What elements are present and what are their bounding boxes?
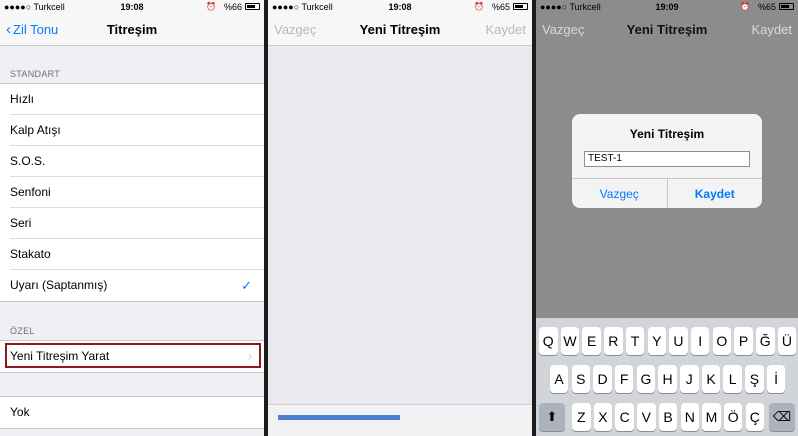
keyboard-key[interactable]: Ğ xyxy=(756,327,775,355)
vibration-label: S.O.S. xyxy=(10,154,46,168)
keyboard-key[interactable]: Ç xyxy=(745,403,765,431)
vibration-name-input[interactable]: TEST-1 xyxy=(584,151,750,167)
none-vibration-list: Yok xyxy=(0,396,264,429)
keyboard-key[interactable]: S xyxy=(571,365,591,393)
keyboard-key[interactable]: X xyxy=(593,403,613,431)
keyboard-key[interactable]: D xyxy=(593,365,612,393)
alert-title: Yeni Titreşim xyxy=(629,127,705,141)
status-bar: ●●●●○ Turkcell 19:08 ⏰ %65 xyxy=(268,0,532,14)
battery-percent: %65 xyxy=(491,2,510,12)
keyboard-key[interactable]: V xyxy=(637,403,656,431)
alarm-icon: ⏰ xyxy=(206,2,216,11)
keyboard-key[interactable]: Z xyxy=(572,403,591,431)
vibration-settings-screen: ●●●●○ Turkcell 19:08 ⏰ %66 ‹ Zil Tonu Tit… xyxy=(0,0,264,436)
battery-icon xyxy=(245,3,260,10)
keyboard-key[interactable]: Y xyxy=(647,327,666,355)
record-toolbar xyxy=(268,404,532,436)
save-button[interactable]: Kaydet xyxy=(486,22,526,37)
list-item-vibration[interactable]: Hızlı xyxy=(0,84,264,115)
keyboard-key[interactable]: Ü xyxy=(777,327,797,355)
keyboard-key[interactable]: E xyxy=(582,327,601,355)
record-progress-bar xyxy=(278,415,400,420)
keyboard-key[interactable]: T xyxy=(625,327,645,355)
vibration-label: Hızlı xyxy=(10,92,34,106)
keyboard-key[interactable]: A xyxy=(549,365,569,393)
alert-save-button[interactable]: Kaydet xyxy=(666,179,763,208)
keyboard-key[interactable]: F xyxy=(614,365,634,393)
keyboard-key[interactable]: U xyxy=(669,327,688,355)
save-button[interactable]: Kaydet xyxy=(752,22,792,37)
vibration-label: Stakato xyxy=(10,247,51,261)
keyboard-key[interactable]: G xyxy=(636,365,656,393)
list-item-none[interactable]: Yok xyxy=(0,397,264,428)
keyboard-key[interactable]: I xyxy=(690,327,710,355)
battery-icon xyxy=(513,3,528,10)
alert-button-row: Vazgeç Kaydet xyxy=(572,178,762,208)
battery-percent: %65 xyxy=(757,2,776,12)
keyboard-key[interactable]: Ş xyxy=(745,365,764,393)
list-item-vibration[interactable]: Seri xyxy=(0,208,264,239)
section-header-standard: STANDART xyxy=(10,69,61,79)
vibration-tap-area[interactable] xyxy=(268,47,532,404)
battery-percent: %66 xyxy=(223,2,242,12)
status-bar: ●●●●○ Turkcell 19:08 ⏰ %66 xyxy=(0,0,264,14)
alarm-icon: ⏰ xyxy=(474,2,484,11)
onscreen-keyboard: Q W E R T Y U I O P Ğ Ü A S D F G H J K L Ş İ ⬆ Z X C V B N M Ö Ç ⌫ xyxy=(536,318,798,436)
keyboard-key[interactable]: W xyxy=(560,327,580,355)
shift-icon[interactable]: ⬆ xyxy=(539,403,565,431)
navigation-bar: Vazgeç Yeni Titreşim Kaydet xyxy=(536,14,798,46)
checkmark-icon: ✓ xyxy=(241,278,252,293)
section-header-custom: ÖZEL xyxy=(10,326,35,336)
standard-vibration-list: Hızlı Kalp Atışı S.O.S. Senfoni Seri Sta… xyxy=(0,83,264,302)
battery-icon xyxy=(779,3,794,10)
alarm-icon: ⏰ xyxy=(740,2,750,11)
keyboard-key[interactable]: L xyxy=(723,365,742,393)
vibration-label: Kalp Atışı xyxy=(10,123,61,137)
list-item-vibration-selected[interactable]: Uyarı (Saptanmış) ✓ xyxy=(0,270,264,301)
navigation-bar: ‹ Zil Tonu Titreşim xyxy=(0,14,264,46)
vibration-label: Uyarı (Saptanmış) xyxy=(10,278,108,292)
list-item-vibration[interactable]: S.O.S. xyxy=(0,146,264,177)
list-item-vibration[interactable]: Senfoni xyxy=(0,177,264,208)
keyboard-key[interactable]: M xyxy=(702,403,721,431)
keyboard-key[interactable]: H xyxy=(658,365,677,393)
keyboard-key[interactable]: K xyxy=(701,365,721,393)
name-alert-dialog: Yeni Titreşim TEST-1 Vazgeç Kaydet xyxy=(572,114,762,208)
list-item-vibration[interactable]: Kalp Atışı xyxy=(0,115,264,146)
keyboard-key[interactable]: R xyxy=(604,327,623,355)
highlight-outline xyxy=(5,343,261,368)
none-label: Yok xyxy=(10,405,30,419)
alert-cancel-button[interactable]: Vazgeç xyxy=(572,179,667,208)
keyboard-key[interactable]: N xyxy=(680,403,699,431)
vibration-label: Seri xyxy=(10,216,32,230)
keyboard-key[interactable]: P xyxy=(734,327,753,355)
keyboard-key[interactable]: İ xyxy=(766,365,786,393)
vibration-label: Senfoni xyxy=(10,185,51,199)
keyboard-key[interactable]: B xyxy=(658,403,678,431)
status-bar: ●●●●○ Turkcell 19:09 ⏰ %65 xyxy=(536,0,798,14)
backspace-icon[interactable]: ⌫ xyxy=(769,403,795,431)
keyboard-key[interactable]: Ö xyxy=(723,403,743,431)
navigation-bar: Vazgeç Yeni Titreşim Kaydet xyxy=(268,14,532,46)
keyboard-key[interactable]: O xyxy=(712,327,732,355)
list-item-vibration[interactable]: Stakato xyxy=(0,239,264,270)
name-vibration-screen: ●●●●○ Turkcell 19:09 ⏰ %65 Vazgeç Yeni T… xyxy=(536,0,798,436)
keyboard-key[interactable]: Q xyxy=(539,327,558,355)
page-title: Titreşim xyxy=(106,22,158,37)
keyboard-key[interactable]: C xyxy=(615,403,634,431)
keyboard-key[interactable]: J xyxy=(680,365,699,393)
new-vibration-record-screen: ●●●●○ Turkcell 19:08 ⏰ %65 Vazgeç Yeni T… xyxy=(268,0,532,436)
